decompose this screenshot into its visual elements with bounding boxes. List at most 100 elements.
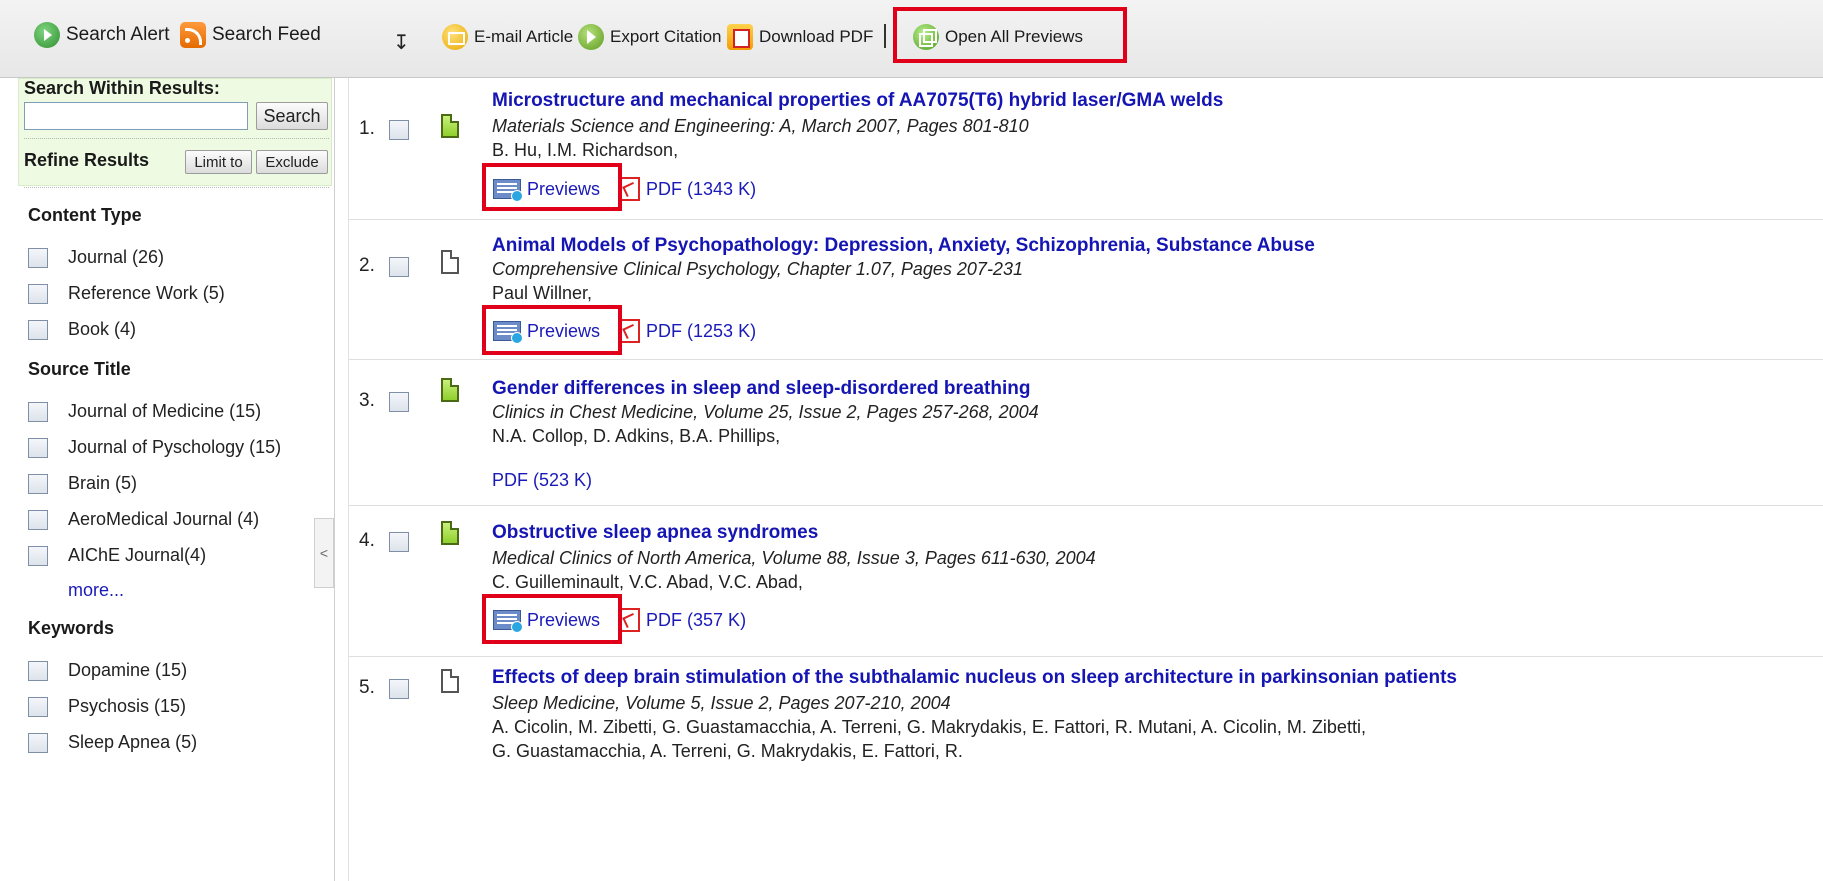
pdf-link[interactable]: PDF (1343 K) xyxy=(646,179,756,200)
open-all-previews-label: Open All Previews xyxy=(945,27,1083,46)
facet-label: Dopamine (15) xyxy=(68,660,188,680)
result-item: 1. Microstructure and mechanical propert… xyxy=(349,80,1823,212)
facet-reference-work[interactable]: Reference Work (5) xyxy=(28,283,225,304)
download-pdf-label: Download PDF xyxy=(759,27,874,46)
checkbox[interactable] xyxy=(28,545,48,566)
document-icon xyxy=(441,114,459,138)
sidebar-divider xyxy=(24,138,329,139)
result-title[interactable]: Animal Models of Psychopathology: Depres… xyxy=(492,235,1315,257)
checkbox[interactable] xyxy=(28,732,48,753)
previews-link[interactable]: Previews xyxy=(527,321,600,342)
result-title[interactable]: Gender differences in sleep and sleep-di… xyxy=(492,378,1030,400)
checkbox[interactable] xyxy=(28,660,48,681)
pdf-icon xyxy=(618,608,641,632)
document-icon xyxy=(441,521,459,545)
facet-book[interactable]: Book (4) xyxy=(28,319,136,340)
go-arrow-icon xyxy=(34,22,60,48)
result-separator xyxy=(349,656,1823,657)
result-checkbox[interactable] xyxy=(389,257,409,277)
result-number: 3. xyxy=(359,390,375,411)
checkbox[interactable] xyxy=(28,509,48,530)
export-icon xyxy=(578,24,604,50)
document-icon xyxy=(441,378,459,402)
facet-dopamine[interactable]: Dopamine (15) xyxy=(28,660,187,681)
sort-down-arrow-icon[interactable]: ↧ xyxy=(393,30,410,55)
search-alert-label: Search Alert xyxy=(66,24,170,45)
result-number: 5. xyxy=(359,677,375,698)
pdf-download-icon xyxy=(727,24,753,50)
result-source: Sleep Medicine, Volume 5, Issue 2, Pages… xyxy=(492,693,951,713)
facet-journal[interactable]: Journal (26) xyxy=(28,247,164,268)
facet-journal-of-medicine[interactable]: Journal of Medicine (15) xyxy=(28,401,261,422)
facet-label: Sleep Apnea (5) xyxy=(68,732,198,752)
search-feed-label: Search Feed xyxy=(212,24,321,45)
result-authors: B. Hu, I.M. Richardson, xyxy=(492,140,679,160)
pdf-link[interactable]: PDF (357 K) xyxy=(646,610,746,631)
result-authors-continued: G. Guastamacchia, A. Terreni, G. Makryda… xyxy=(492,741,963,761)
checkbox[interactable] xyxy=(28,473,48,494)
facet-aiche-journal[interactable]: AIChE Journal(4) xyxy=(28,545,206,566)
document-icon xyxy=(441,669,459,693)
result-authors: Paul Willner, xyxy=(492,283,593,303)
result-separator xyxy=(349,219,1823,220)
pdf-link[interactable]: PDF (523 K) xyxy=(492,470,592,491)
exclude-button[interactable]: Exclude xyxy=(256,150,328,174)
pdf-icon xyxy=(618,177,641,201)
result-title[interactable]: Obstructive sleep apnea syndromes xyxy=(492,522,818,544)
export-citation-button[interactable]: Export Citation xyxy=(578,24,722,50)
result-title[interactable]: Microstructure and mechanical properties… xyxy=(492,90,1223,112)
checkbox[interactable] xyxy=(28,283,48,304)
checkbox[interactable] xyxy=(28,319,48,340)
facet-journal-of-pyschology[interactable]: Journal of Pyschology (15) xyxy=(28,437,281,458)
pdf-link[interactable]: PDF (1253 K) xyxy=(646,321,756,342)
collapse-sidebar-button[interactable]: < xyxy=(314,518,334,588)
facet-label: Brain (5) xyxy=(68,473,138,493)
result-separator xyxy=(349,505,1823,506)
result-item: 4. Obstructive sleep apnea syndromes Med… xyxy=(349,508,1823,654)
search-within-title: Search Within Results: xyxy=(24,78,220,98)
result-checkbox[interactable] xyxy=(389,120,409,140)
result-checkbox[interactable] xyxy=(389,532,409,552)
search-within-input[interactable] xyxy=(24,102,248,130)
facet-aeromedical-journal[interactable]: AeroMedical Journal (4) xyxy=(28,509,259,530)
facet-label: Journal of Medicine (15) xyxy=(68,401,262,421)
checkbox[interactable] xyxy=(28,401,48,422)
facet-sleep-apnea[interactable]: Sleep Apnea (5) xyxy=(28,732,197,753)
search-feed-button[interactable]: Search Feed xyxy=(180,22,321,48)
result-item: 5. Effects of deep brain stimulation of … xyxy=(349,659,1823,881)
result-checkbox[interactable] xyxy=(389,679,409,699)
more-link[interactable]: more... xyxy=(68,580,124,601)
facet-label: Journal (26) xyxy=(68,247,165,267)
email-article-button[interactable]: E-mail Article xyxy=(442,24,573,50)
pdf-icon xyxy=(618,319,641,343)
result-checkbox[interactable] xyxy=(389,392,409,412)
result-number: 2. xyxy=(359,255,375,276)
search-alert-button[interactable]: Search Alert xyxy=(34,22,170,48)
sidebar-border xyxy=(334,78,335,881)
rss-feed-icon xyxy=(180,22,206,48)
previews-link[interactable]: Previews xyxy=(527,179,600,200)
limit-to-button[interactable]: Limit to xyxy=(185,150,252,174)
facet-psychosis[interactable]: Psychosis (15) xyxy=(28,696,186,717)
facet-label: Journal of Pyschology (15) xyxy=(68,437,282,457)
download-pdf-button[interactable]: Download PDF xyxy=(727,24,873,50)
result-title[interactable]: Effects of deep brain stimulation of the… xyxy=(492,667,1457,689)
email-article-label: E-mail Article xyxy=(474,27,574,46)
previews-link[interactable]: Previews xyxy=(527,610,600,631)
result-authors: C. Guilleminault, V.C. Abad, V.C. Abad, xyxy=(492,572,803,592)
previews-icon xyxy=(493,321,523,344)
search-button[interactable]: Search xyxy=(256,102,328,130)
result-source: Clinics in Chest Medicine, Volume 25, Is… xyxy=(492,402,1039,422)
open-previews-icon xyxy=(913,24,939,50)
checkbox[interactable] xyxy=(28,437,48,458)
result-authors: A. Cicolin, M. Zibetti, G. Guastamacchia… xyxy=(492,717,1366,737)
result-authors: N.A. Collop, D. Adkins, B.A. Phillips, xyxy=(492,426,781,446)
facet-label: Book (4) xyxy=(68,319,137,339)
checkbox[interactable] xyxy=(28,696,48,717)
result-separator xyxy=(349,359,1823,360)
keywords-heading: Keywords xyxy=(28,618,115,638)
open-all-previews-button[interactable]: Open All Previews xyxy=(913,24,1083,50)
facet-brain[interactable]: Brain (5) xyxy=(28,473,137,494)
facet-label: AIChE Journal(4) xyxy=(68,545,207,565)
checkbox[interactable] xyxy=(28,247,48,268)
